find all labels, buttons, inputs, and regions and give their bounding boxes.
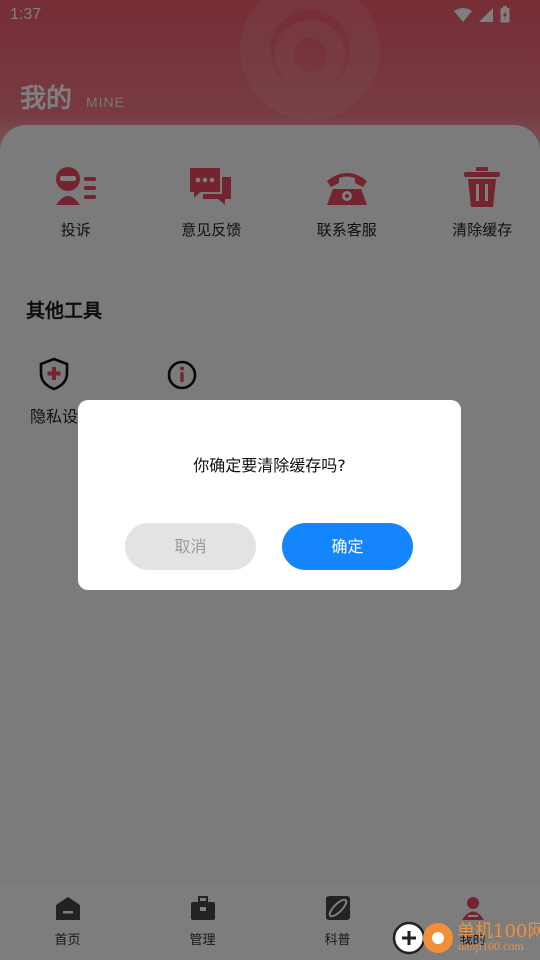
dialog-message: 你确定要清除缓存吗?: [193, 456, 346, 475]
cancel-button[interactable]: 取消: [125, 523, 256, 570]
confirm-dialog: 你确定要清除缓存吗? 取消 确定: [78, 400, 461, 590]
watermark-logo-icon: [392, 921, 453, 955]
watermark-text-en: danji100.com: [458, 939, 524, 953]
confirm-button[interactable]: 确定: [282, 523, 413, 570]
site-watermark: 单机100网 danji100.com: [392, 915, 540, 960]
